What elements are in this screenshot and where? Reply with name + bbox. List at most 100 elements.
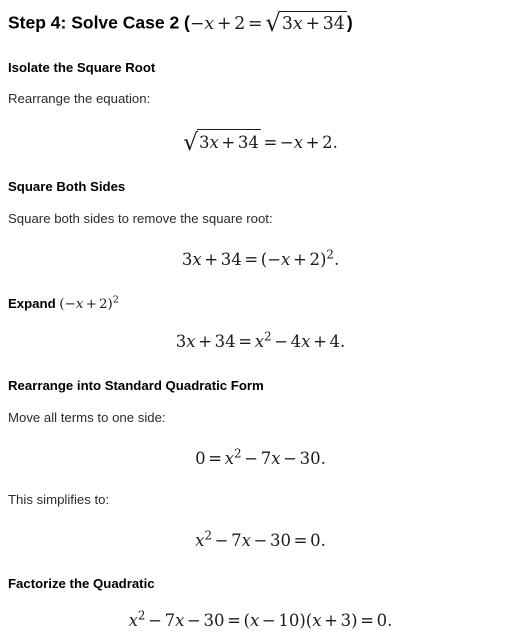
title-equals: = <box>248 13 263 34</box>
eq2-inner-var-x: x <box>281 249 291 269</box>
equation-standard-form: 0 = x2−7x −30. <box>8 446 513 470</box>
eq2-coeff-3: 3 <box>181 249 193 269</box>
paragraph-square-both-sides: Square both sides to remove the square r… <box>8 210 273 226</box>
title-radicand: 3x +34 <box>279 11 347 35</box>
eq1-const-34: 34 <box>237 132 259 152</box>
eq4-var-x: x <box>224 448 235 468</box>
heading-expand: Expand (−x +2)2 <box>8 294 513 314</box>
eq1-equals: = <box>263 132 278 152</box>
eq6-factor2-const-3: 3 <box>340 610 352 630</box>
eq5-exponent-2: 2 <box>204 528 213 543</box>
page-title: Step 4: Solve Case 2 (−x +2 = √3x +34) <box>8 0 513 35</box>
title-radicand-var: x <box>292 13 303 34</box>
eq6-const-30: 30 <box>203 610 225 630</box>
eq6-term-var-x: x <box>175 610 185 630</box>
equation-3-math: 3x +34 = x2−4x +4. <box>176 329 346 351</box>
eq2-const-34: 34 <box>220 249 242 269</box>
eq5-equals: = <box>293 531 308 551</box>
eq5-zero: 0 <box>310 531 321 551</box>
equation-simplified-quadratic: x2−7x −30 = 0. <box>8 530 513 552</box>
eq4-minus-1: − <box>244 448 259 468</box>
eq6-var-x: x <box>128 610 138 630</box>
eq6-equals-2: = <box>360 610 375 630</box>
eq5-minus-1: − <box>214 531 229 551</box>
eq6-factor2-plus: + <box>324 610 338 630</box>
title-plus: + <box>216 13 232 34</box>
title-minus: − <box>189 13 205 34</box>
heading-square-both-sides: Square Both Sides <box>8 179 126 195</box>
eq2-inner-plus: + <box>292 249 307 269</box>
eq2-minus: − <box>267 249 282 269</box>
equation-squared-both-sides: 3x +34 = (−x +2)2. <box>8 247 513 271</box>
eq3-plus-2: + <box>313 331 327 351</box>
title-radicand-plus: + <box>305 13 320 34</box>
eq3-rhs-var-x: x <box>254 331 264 351</box>
eq6-minus-2: − <box>187 610 201 630</box>
eq5-coeff-7: 7 <box>231 531 242 551</box>
equation-2-math: 3x +34 = (−x +2)2. <box>181 247 339 269</box>
eq3-plus: + <box>198 331 212 351</box>
eq6-coeff-7: 7 <box>164 610 176 630</box>
heading-factorize-quadratic: Factorize the Quadratic <box>8 576 155 592</box>
page-title-suffix: ) <box>346 12 353 33</box>
eq6-rparen-2: ) <box>351 610 358 630</box>
title-inline-math: −x +2 = √3x +34 <box>189 11 347 35</box>
eq3-minus: − <box>274 331 289 351</box>
eq6-factor1-var-x: x <box>249 610 260 630</box>
radical-icon: √ <box>265 8 281 38</box>
equation-5-math: x2−7x −30 = 0. <box>195 528 326 551</box>
eq6-period: . <box>387 610 393 630</box>
eq4-const-30: 30 <box>299 448 321 468</box>
eq4-term-var-x: x <box>271 448 281 468</box>
eq1-rhs-var-x: x <box>293 132 304 152</box>
eq4-period: . <box>320 448 326 468</box>
eq6-factor1-minus: − <box>261 610 276 630</box>
expand-exponent-2: 2 <box>112 294 119 306</box>
eq4-equals: = <box>208 448 223 468</box>
eq3-var-x: x <box>186 331 196 351</box>
expand-plus: + <box>85 296 97 312</box>
eq1-period: . <box>332 132 338 152</box>
expand-minus: − <box>64 296 76 312</box>
page-title-text: Step 4: Solve Case 2 ( <box>8 12 190 33</box>
eq4-zero: 0 <box>195 448 206 468</box>
title-var-x: x <box>204 13 215 34</box>
heading-expand-math: (−x +2)2 <box>59 294 119 312</box>
eq5-const-30: 30 <box>270 531 291 551</box>
title-radicand-coeff: 3 <box>281 13 293 34</box>
eq1-rhs-plus: + <box>305 132 320 152</box>
eq2-exponent-2: 2 <box>326 247 334 262</box>
eq1-sqrt: √3x +34 <box>183 129 261 154</box>
eq4-minus-2: − <box>283 448 297 468</box>
title-const-2: 2 <box>234 13 246 34</box>
eq2-inner-const-2: 2 <box>309 249 320 269</box>
paragraph-rearrange-equation: Rearrange the equation: <box>8 91 151 106</box>
eq3-exponent-2: 2 <box>264 329 272 344</box>
eq6-minus-1: − <box>148 610 162 630</box>
equation-4-math: 0 = x2−7x −30. <box>195 446 326 468</box>
eq5-period: . <box>320 531 326 551</box>
eq3-const-34: 34 <box>214 331 236 351</box>
eq1-rhs-const-2: 2 <box>322 132 333 152</box>
eq2-equals: = <box>244 249 259 269</box>
eq6-zero: 0 <box>376 610 388 630</box>
eq2-plus: + <box>204 249 219 269</box>
eq2-var-x: x <box>192 249 202 269</box>
paragraph-move-all-terms: Move all terms to one side: <box>8 409 166 425</box>
eq6-equals-1: = <box>227 610 241 630</box>
eq3-const-4: 4 <box>329 331 341 351</box>
document-page: Step 4: Solve Case 2 (−x +2 = √3x +34) Isola… <box>0 0 521 632</box>
eq1-plus: + <box>221 132 236 152</box>
equation-isolated-radical: √3x +34 = −x +2. <box>8 129 513 154</box>
eq6-factor1-const-10: 10 <box>278 610 300 630</box>
equation-factorized: x2−7x −30 = (x −10)(x +3) = 0. <box>8 609 513 632</box>
equation-1-math: √3x +34 = −x +2. <box>183 129 338 154</box>
eq5-minus-2: − <box>253 531 268 551</box>
eq1-var-x: x <box>209 132 219 152</box>
eq3-period: . <box>340 331 346 351</box>
heading-rearrange-standard-form: Rearrange into Standard Quadratic Form <box>8 378 264 394</box>
expand-const-2: 2 <box>98 296 108 312</box>
title-radicand-const: 34 <box>322 13 345 34</box>
title-sqrt: √3x +34 <box>265 11 347 35</box>
eq4-exponent-2: 2 <box>234 446 242 461</box>
